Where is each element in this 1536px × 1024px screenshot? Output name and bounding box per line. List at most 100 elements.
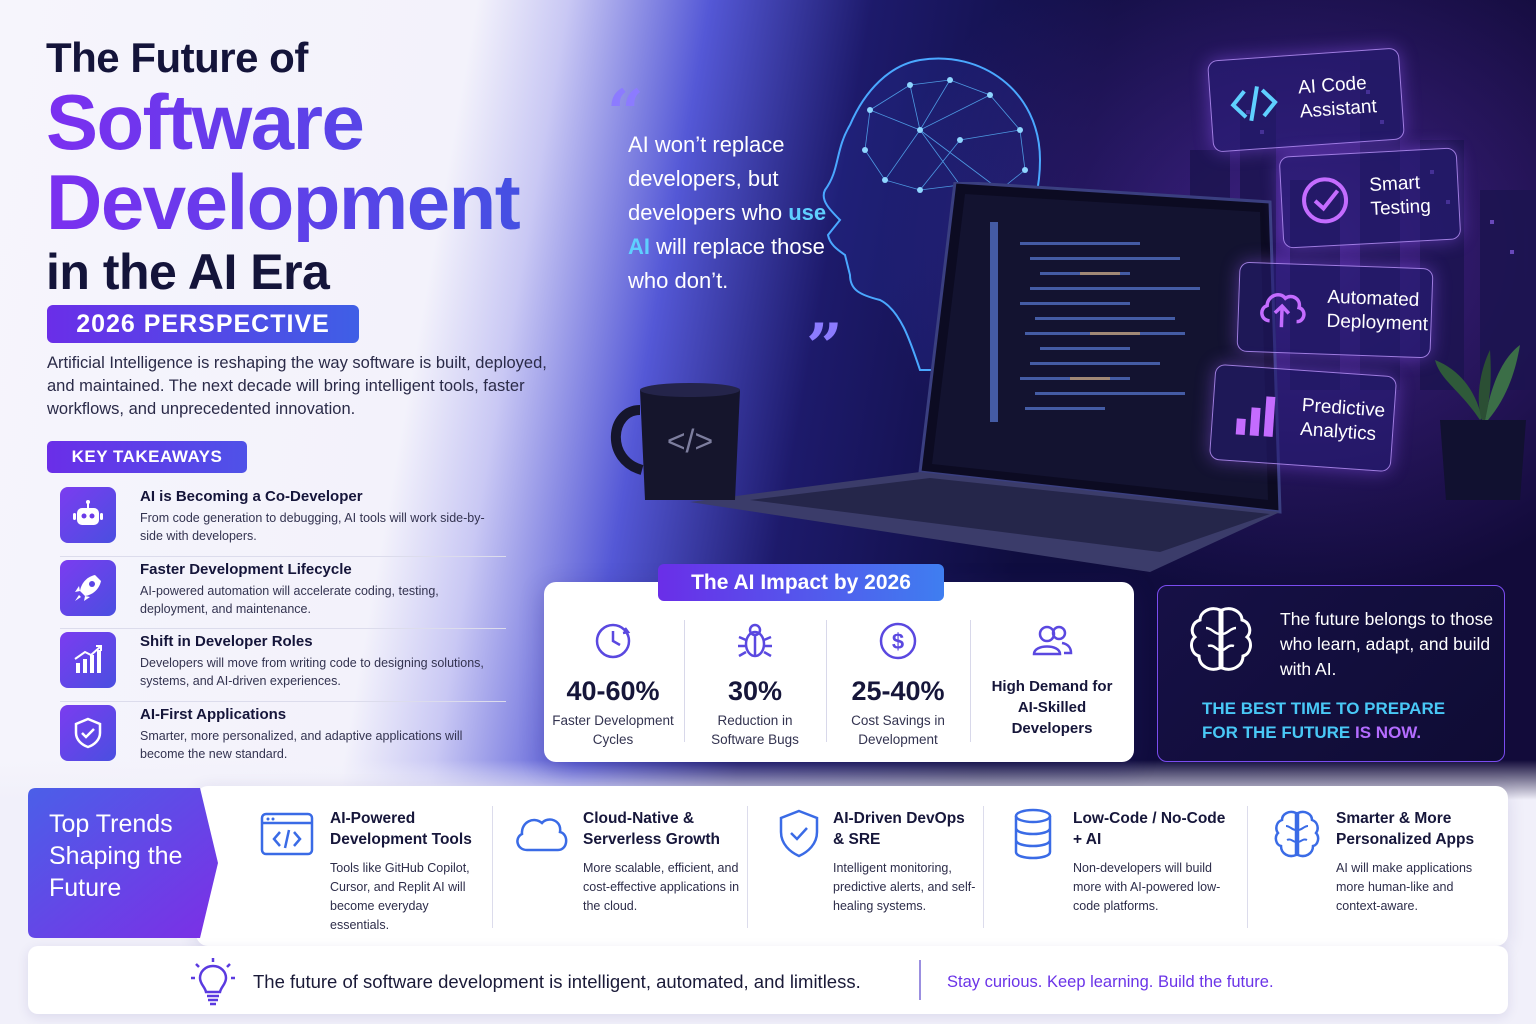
feature-label: Automated Deployment	[1326, 286, 1429, 336]
stat-label-line-1: Cost Savings in	[851, 713, 945, 728]
perspective-badge: 2026 PERSPECTIVE	[47, 305, 359, 343]
code-brackets-icon	[1230, 86, 1278, 122]
trend-desc: AI will make applications more human-lik…	[1336, 861, 1473, 913]
mug-code-glyph: </>	[667, 423, 713, 459]
takeaway-item: AI-First Applications Smarter, more pers…	[60, 702, 506, 775]
shield-check-icon	[60, 704, 116, 761]
title-block: The Future of Software Development in th…	[46, 34, 606, 302]
feature-label: AI Code Assistant	[1297, 72, 1378, 123]
trend-item: Low-Code / No-Code + AI Non-developers w…	[1012, 808, 1237, 916]
stat-divider	[826, 620, 827, 742]
cloud-icon	[516, 818, 568, 852]
feature-card-smart-testing: Smart Testing	[1278, 147, 1462, 249]
trends-heading: Top Trends Shaping the Future	[49, 810, 183, 902]
stat-value: 40-60%	[566, 676, 660, 706]
trend-item: Cloud-Native & Serverless Growth More sc…	[512, 808, 742, 916]
demand-line-1: High Demand for	[991, 678, 1113, 695]
demand-line-3: Developers	[1011, 720, 1093, 737]
trend-divider	[747, 806, 748, 928]
future-cta-line-1: THE BEST TIME TO PREPARE	[1202, 699, 1446, 718]
takeaway-title: AI-First Applications	[140, 705, 287, 723]
bug-icon	[738, 623, 772, 658]
feature-card-ai-code-assistant: AI Code Assistant	[1207, 47, 1405, 153]
intro-paragraph: Artificial Intelligence is reshaping the…	[47, 354, 547, 418]
robot-icon	[60, 487, 116, 543]
users-icon	[1032, 625, 1073, 656]
stat-divider	[970, 620, 971, 742]
future-cta-now: IS NOW.	[1355, 723, 1422, 742]
trend-divider	[983, 806, 984, 928]
future-text: The future belongs to those who learn, a…	[1280, 609, 1494, 679]
title-line-4: in the AI Era	[46, 244, 330, 300]
code-window-icon	[260, 812, 314, 856]
impact-stat: 30% Reduction in Software Bugs	[690, 620, 820, 749]
lightbulb-icon	[191, 958, 235, 1006]
brain-icon	[1274, 810, 1320, 858]
trend-item: AI-Powered Development Tools Tools like …	[260, 808, 485, 935]
feature-label: Smart Testing	[1368, 172, 1432, 220]
svg-text:$: $	[892, 629, 904, 654]
impact-stat: 40-60% Faster Development Cycles	[548, 620, 678, 749]
trend-desc: Tools like GitHub Copilot, Cursor, and R…	[330, 861, 470, 932]
clock-icon	[595, 623, 631, 659]
stat-value: 25-40%	[851, 676, 945, 706]
dollar-icon: $	[879, 622, 917, 660]
cloud-upload-icon	[1260, 293, 1306, 328]
brain-icon	[1190, 607, 1252, 671]
impact-stat: $ 25-40% Cost Savings in Development	[832, 620, 964, 749]
title-line-1: The Future of	[46, 34, 308, 81]
key-takeaways-list: AI is Becoming a Co-Developer From code …	[60, 484, 506, 774]
trend-title: AI-Driven DevOps & SRE	[833, 810, 965, 848]
takeaway-title: AI is Becoming a Co-Developer	[140, 488, 363, 505]
rocket-icon	[60, 559, 116, 616]
takeaway-desc: From code generation to debugging, AI to…	[140, 511, 485, 543]
takeaway-title: Shift in Developer Roles	[140, 633, 313, 650]
title-line-2: Software	[46, 82, 606, 162]
title-line-3: Development	[46, 162, 606, 242]
key-takeaways-badge: KEY TAKEAWAYS	[47, 441, 247, 473]
trend-title: AI-Powered Development Tools	[330, 810, 472, 848]
takeaway-item: Faster Development Lifecycle AI-powered …	[60, 557, 506, 629]
database-icon	[1014, 808, 1052, 860]
trend-title: Cloud-Native & Serverless Growth	[583, 810, 720, 848]
bar-chart-icon	[1235, 396, 1276, 437]
stat-label-line-2: Cycles	[592, 732, 634, 747]
feature-card-automated-deployment: Automated Deployment	[1236, 261, 1434, 359]
takeaway-desc: Smarter, more personalized, and adaptive…	[140, 728, 463, 761]
future-cta: THE BEST TIME TO PREPARE FOR THE FUTURE …	[1202, 697, 1492, 745]
trend-title: Smarter & More Personalized Apps	[1336, 810, 1475, 848]
demand-line-2: AI-Skilled	[1017, 699, 1087, 716]
stat-label-line-1: Reduction in	[717, 713, 793, 728]
stat-label-line-2: Development	[858, 732, 938, 747]
takeaway-desc: AI-powered automation will accelerate co…	[140, 583, 439, 616]
impact-demand: High Demand for AI-Skilled Developers	[976, 620, 1128, 739]
shield-check-icon	[779, 809, 819, 858]
feature-label: Predictive Analytics	[1299, 394, 1386, 446]
trend-title: Low-Code / No-Code + AI	[1073, 810, 1226, 848]
trend-divider	[1247, 806, 1248, 928]
stat-label-line-1: Faster Development	[552, 713, 674, 728]
stat-label-line-2: Software Bugs	[711, 732, 799, 747]
takeaway-title: Faster Development Lifecycle	[140, 560, 352, 578]
plant-illustration	[1435, 345, 1526, 500]
trend-divider	[492, 806, 493, 928]
trend-desc: More scalable, efficient, and cost-effec…	[583, 861, 740, 913]
growth-chart-icon	[60, 632, 116, 688]
trend-desc: Non-developers will build more with AI-p…	[1073, 861, 1221, 913]
trend-desc: Intelligent monitoring, predictive alert…	[833, 861, 976, 913]
impact-title: The AI Impact by 2026	[658, 564, 944, 601]
footer-cta-text: Stay curious. Keep learning. Build the f…	[947, 973, 1274, 991]
trend-item: AI-Driven DevOps & SRE Intelligent monit…	[776, 808, 976, 916]
coffee-mug-illustration: </>	[610, 383, 740, 500]
footer-main-text: The future of software development is in…	[253, 971, 861, 992]
future-cta-line-2: FOR THE FUTURE IS NOW.	[1202, 721, 1492, 745]
takeaway-desc: Developers will move from writing code t…	[140, 656, 484, 688]
takeaway-item: Shift in Developer Roles Developers will…	[60, 629, 506, 702]
trend-item: Smarter & More Personalized Apps AI will…	[1272, 808, 1497, 916]
future-cta-line-2a: FOR THE FUTURE	[1202, 723, 1351, 742]
check-circle-icon	[1302, 177, 1349, 224]
stat-divider	[684, 620, 685, 742]
stat-value: 30%	[727, 676, 783, 706]
feature-card-predictive-analytics: Predictive Analytics	[1208, 363, 1398, 473]
footer-divider	[919, 960, 921, 1000]
